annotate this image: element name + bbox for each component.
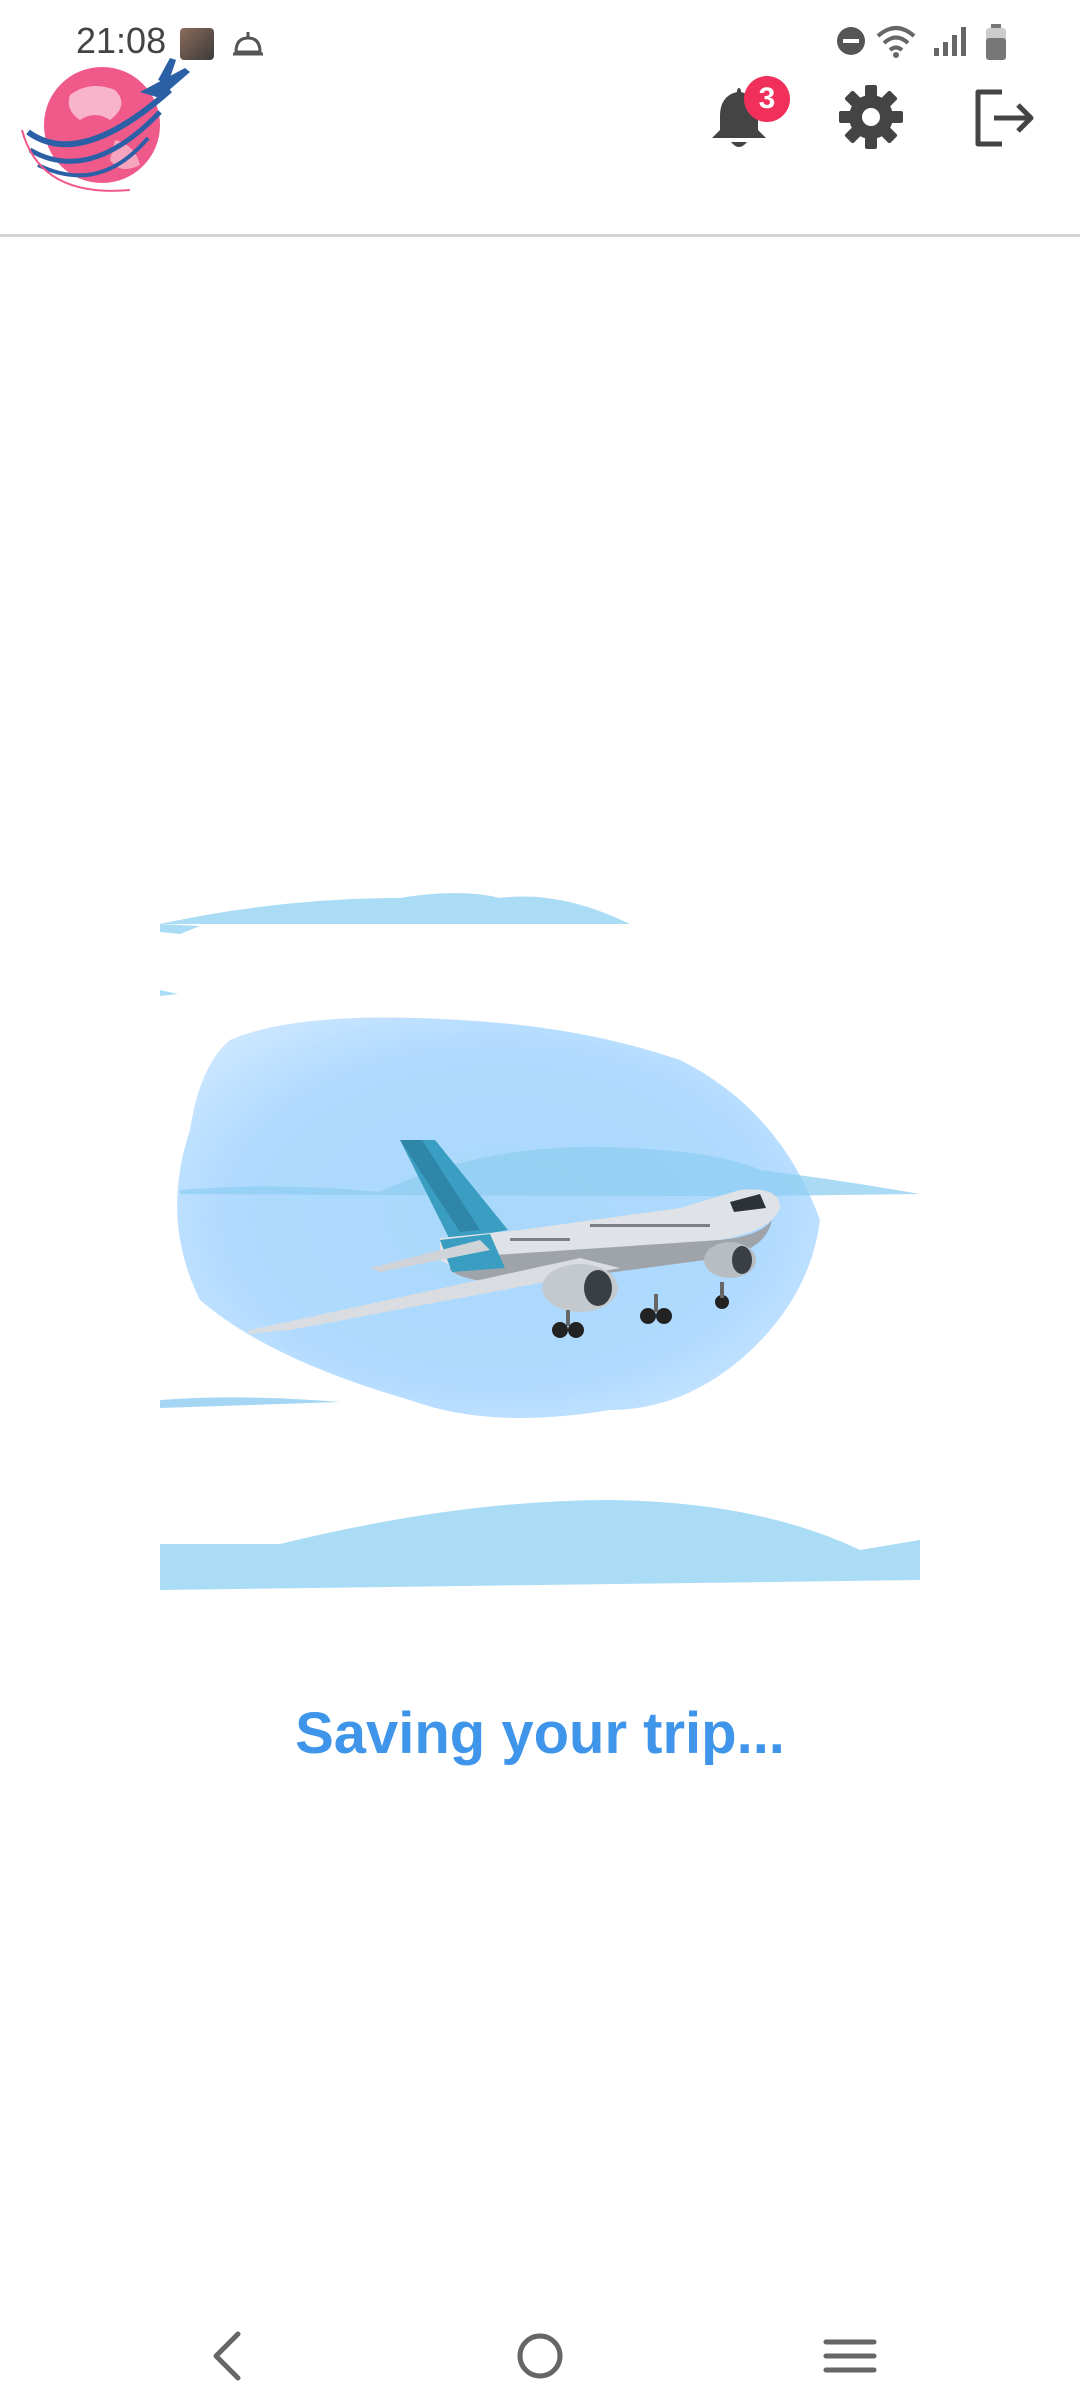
gear-icon[interactable] [838,84,904,150]
logout-icon[interactable] [972,88,1036,148]
saving-trip-status: Saving your trip... [295,1701,785,1766]
notification-badge: 3 [744,76,790,122]
app-header: 3 [0,0,1080,237]
airplane-illustration [160,893,920,1590]
back-chevron-icon[interactable] [188,2324,268,2388]
home-circle-icon[interactable] [500,2324,580,2388]
menu-lines-icon[interactable] [810,2324,890,2388]
system-nav-bar [0,2300,1080,2408]
globe-airplane-logo [21,58,190,192]
